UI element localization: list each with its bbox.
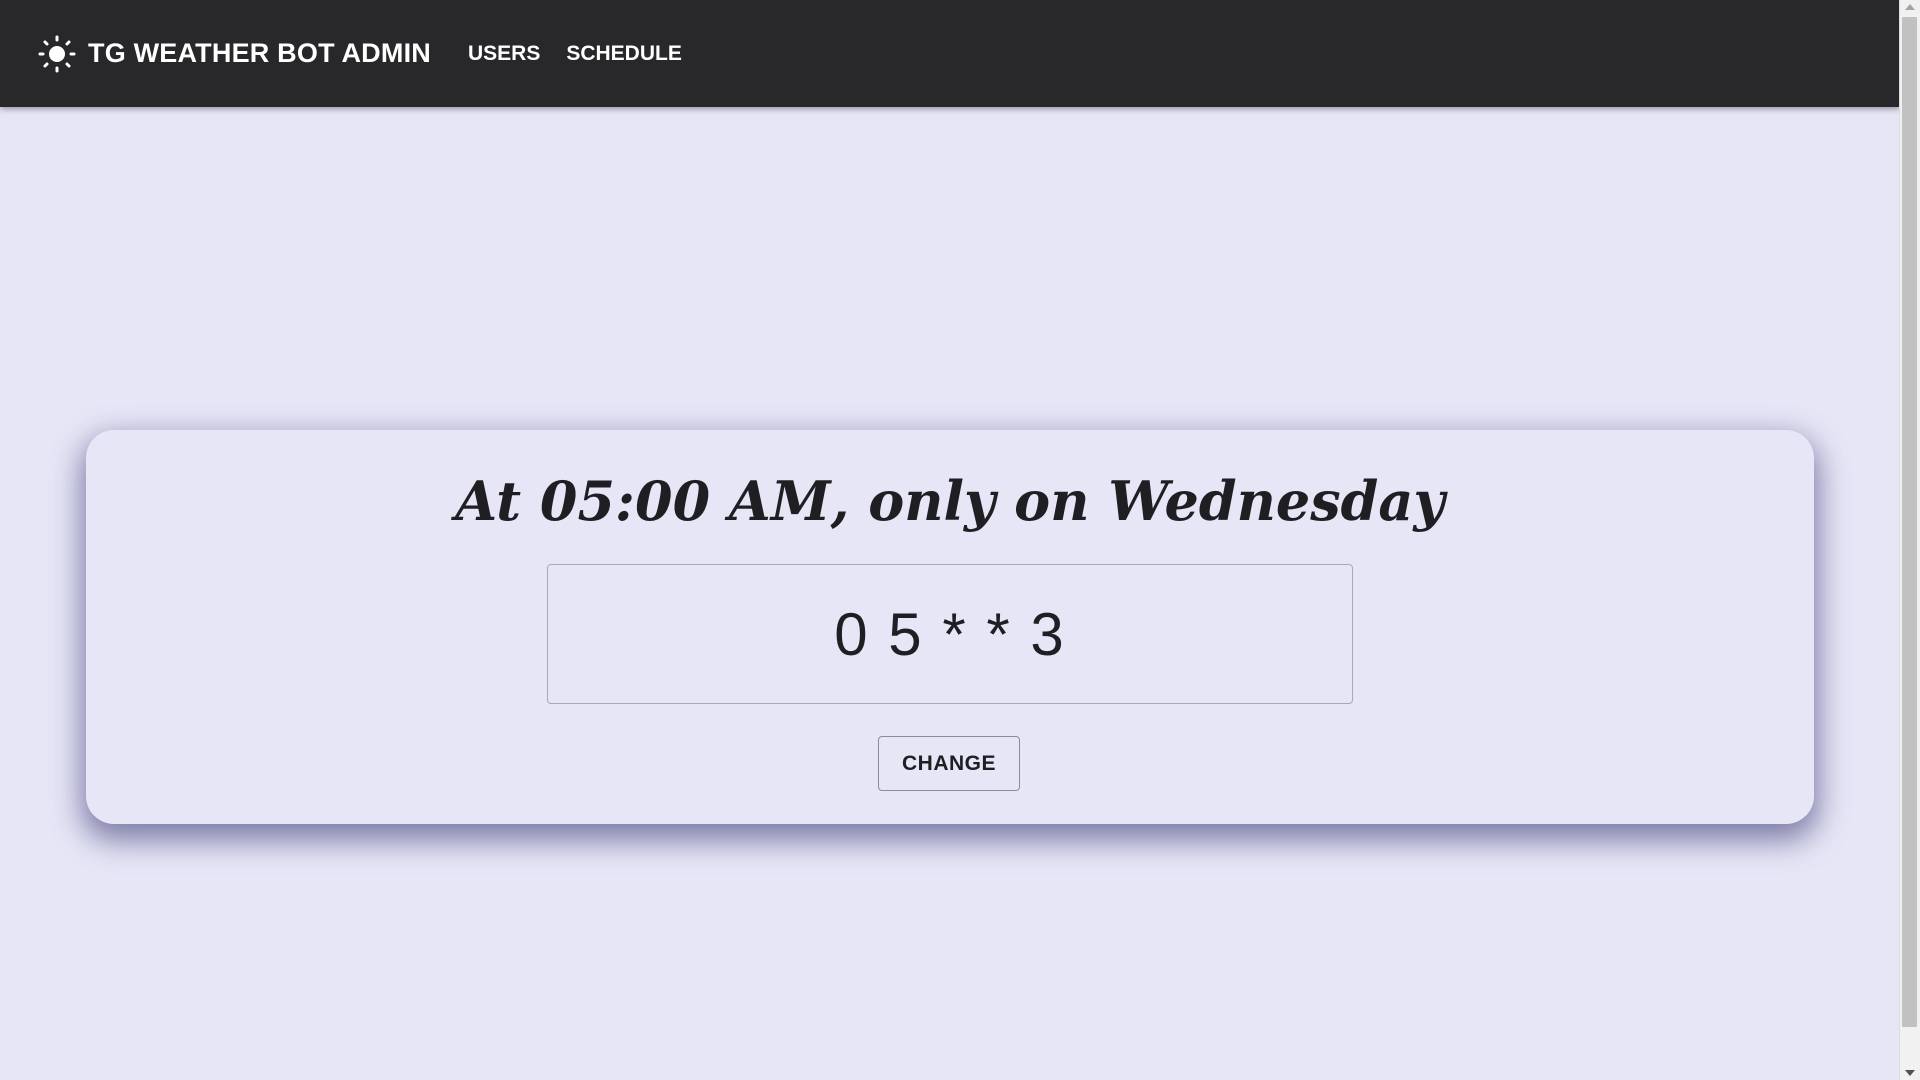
cron-input[interactable] (558, 583, 1342, 685)
scrollbar-thumb[interactable] (1902, 17, 1917, 1027)
scroll-up-arrow-icon[interactable] (1905, 4, 1915, 10)
main-nav: USERS SCHEDULE (468, 42, 708, 66)
page: TG WEATHER BOT ADMIN USERS SCHEDULE At 0… (0, 0, 1920, 1080)
change-button[interactable]: CHANGE (878, 736, 1020, 791)
app-bar: TG WEATHER BOT ADMIN USERS SCHEDULE (0, 0, 1900, 107)
nav-schedule-link[interactable]: SCHEDULE (566, 42, 682, 66)
cron-field (547, 564, 1353, 704)
scroll-down-arrow-icon[interactable] (1905, 1070, 1915, 1076)
vertical-scrollbar[interactable] (1899, 0, 1920, 1080)
nav-users-link[interactable]: USERS (468, 42, 540, 66)
sun-icon (38, 35, 76, 73)
schedule-description: At 05:00 AM, only on Wednesday (455, 469, 1445, 533)
schedule-card: At 05:00 AM, only on Wednesday CHANGE (86, 430, 1814, 824)
brand[interactable]: TG WEATHER BOT ADMIN (38, 35, 431, 73)
app-title: TG WEATHER BOT ADMIN (88, 38, 431, 68)
